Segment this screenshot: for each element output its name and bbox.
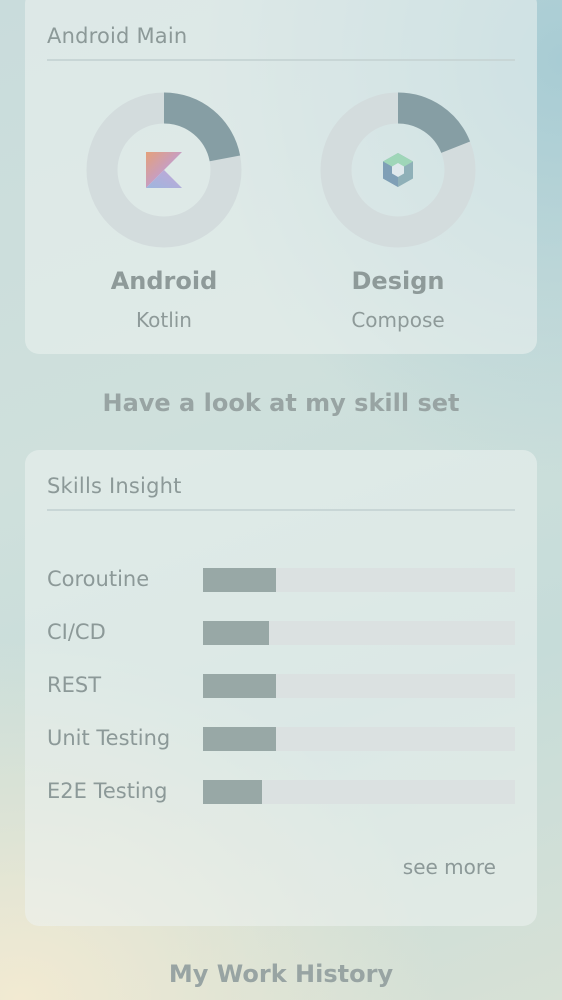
- skill-label: Unit Testing: [47, 726, 171, 750]
- skill-bar-fill: [203, 727, 277, 751]
- skill-bar-track: [203, 621, 515, 645]
- design-donut-arc: [397, 92, 471, 154]
- skill-bar-track: [203, 568, 515, 592]
- skills-insight-divider: [47, 509, 515, 511]
- work-history-heading: My Work History: [168, 960, 394, 988]
- skill-label: CI/CD: [47, 620, 106, 644]
- see-more-link[interactable]: see more: [403, 855, 496, 879]
- skills-insight-title: Skills Insight: [47, 474, 182, 498]
- skill-set-heading: Have a look at my skill set: [102, 389, 460, 417]
- skill-bar-track: [203, 674, 515, 698]
- android-skill-subtitle: Kotlin: [136, 308, 192, 332]
- design-skill-name: Design: [351, 267, 445, 295]
- skill-label: Coroutine: [47, 567, 150, 591]
- android-main-divider: [47, 59, 515, 61]
- android-main-card: Android Main Android Kotlin Design Compo…: [25, 0, 537, 354]
- android-main-title: Android Main: [47, 24, 188, 48]
- skill-bar-fill: [203, 568, 277, 592]
- skill-label: REST: [47, 673, 102, 697]
- design-skill-subtitle: Compose: [351, 308, 445, 332]
- skill-label: E2E Testing: [47, 779, 168, 803]
- kotlin-logo-icon: [146, 152, 182, 188]
- android-skill-name: Android: [110, 267, 218, 295]
- compose-logo-icon: [382, 152, 414, 188]
- skill-bar-fill: [203, 780, 263, 804]
- skill-row-coroutine: Coroutine: [47, 567, 515, 597]
- design-progress-donut: [319, 91, 477, 249]
- skill-row-unit-testing: Unit Testing: [47, 726, 515, 756]
- android-donut-arc: [163, 92, 241, 162]
- skill-bar-fill: [203, 674, 277, 698]
- skill-row-e2e-testing: E2E Testing: [47, 779, 515, 809]
- skill-bar-fill: [203, 621, 269, 645]
- skill-bar-track: [203, 780, 515, 804]
- skills-insight-card: Skills Insight Coroutine CI/CD REST Unit…: [25, 450, 537, 926]
- skill-bar-track: [203, 727, 515, 751]
- skill-row-cicd: CI/CD: [47, 620, 515, 650]
- skill-row-rest: REST: [47, 673, 515, 703]
- android-progress-donut: [85, 91, 243, 249]
